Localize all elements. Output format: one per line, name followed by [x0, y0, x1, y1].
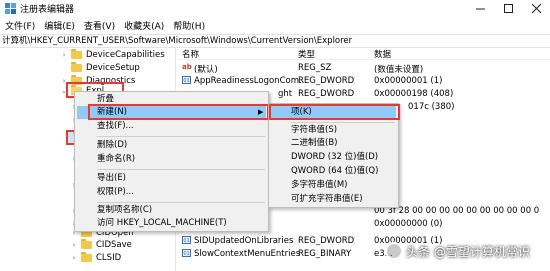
chevron-right-icon[interactable]: › [70, 254, 78, 262]
menu-item-dword-value[interactable]: DWORD (32 位)值(D) [291, 151, 378, 164]
menu-help[interactable]: 帮助(H) [168, 19, 209, 32]
menu-item-binary-value[interactable]: 二进制值(B) [291, 137, 337, 150]
menu-view[interactable]: 查看(V) [79, 19, 119, 32]
menu-item-export[interactable]: 导出(E) [97, 172, 126, 185]
list-header: 名称 类型 数据 [178, 48, 550, 60]
menu-item-string-value[interactable]: 字符串值(S) [291, 124, 337, 137]
binary-value-icon: 01 [182, 249, 191, 257]
menu-separator [97, 202, 265, 203]
tree-item[interactable]: › DeviceCapabilities [60, 48, 165, 61]
title-bar: 注册表编辑器 [0, 0, 550, 17]
menu-item-delete[interactable]: 删除(D) [97, 139, 127, 152]
registry-editor-icon [4, 3, 16, 15]
binary-value-icon: 01 [182, 76, 191, 84]
watermark: 头条 @雪望计算机常识 [385, 242, 530, 260]
menu-item-qword-value[interactable]: QWORD (64 位)值(Q) [291, 165, 378, 178]
highlight-box-key-item [269, 104, 400, 120]
watermark-logo-icon [385, 242, 403, 260]
column-header-data[interactable]: 数据 [374, 48, 391, 60]
minimize-button[interactable] [466, 0, 494, 17]
highlight-box-new [88, 104, 269, 120]
string-value-icon: ab [182, 63, 192, 71]
folder-icon [81, 238, 92, 249]
menu-item-expandable-string-value[interactable]: 可扩充字符串值(E) [291, 193, 363, 206]
folder-icon [71, 48, 82, 59]
close-button[interactable] [522, 0, 550, 17]
close-icon [531, 4, 541, 13]
menu-separator [97, 169, 265, 170]
chevron-right-icon[interactable]: › [70, 241, 78, 249]
maximize-button[interactable] [494, 0, 522, 17]
table-row[interactable]: ab (默认) REG_SZ (数值未设置) [178, 63, 550, 75]
chevron-right-icon[interactable]: › [60, 51, 68, 59]
menu-item-permissions[interactable]: 权限(P)... [97, 186, 134, 199]
table-row[interactable]: 01 AppReadinessLogonCom... REG_DWORD 0x0… [178, 76, 550, 88]
tree-item[interactable]: › CLSID [70, 251, 121, 264]
menu-item-copy-key-name[interactable]: 复制项名称(C) [97, 204, 152, 217]
folder-icon [71, 61, 82, 72]
folder-icon [81, 251, 92, 262]
menu-item-find[interactable]: 查找(F)... [97, 120, 134, 133]
menu-separator [291, 122, 395, 123]
menu-separator [97, 136, 265, 137]
window-title: 注册表编辑器 [20, 5, 75, 15]
menu-bar: 文件(F) 编辑(E) 查看(V) 收藏夹(A) 帮助(H) [0, 17, 550, 33]
menu-file[interactable]: 文件(F) [0, 19, 39, 32]
maximize-icon [503, 4, 513, 13]
menu-item-rename[interactable]: 重命名(R) [97, 153, 135, 166]
menu-item-goto-hklm[interactable]: 访问 HKEY_LOCAL_MACHINE(T) [97, 217, 227, 230]
tree-item[interactable]: › CIDSave [70, 238, 132, 251]
menu-item-multi-string-value[interactable]: 多字符串值(M) [291, 179, 347, 192]
binary-value-icon: 01 [182, 236, 191, 244]
address-bar[interactable]: 计算机\HKEY_CURRENT_USER\Software\Microsoft… [0, 34, 550, 48]
minimize-icon [475, 8, 485, 10]
tree-item[interactable]: DeviceSetup [60, 61, 140, 74]
menu-favorites[interactable]: 收藏夹(A) [119, 19, 168, 32]
column-header-type[interactable]: 类型 [298, 48, 315, 60]
menu-edit[interactable]: 编辑(E) [39, 19, 79, 32]
column-header-name[interactable]: 名称 [182, 48, 199, 60]
